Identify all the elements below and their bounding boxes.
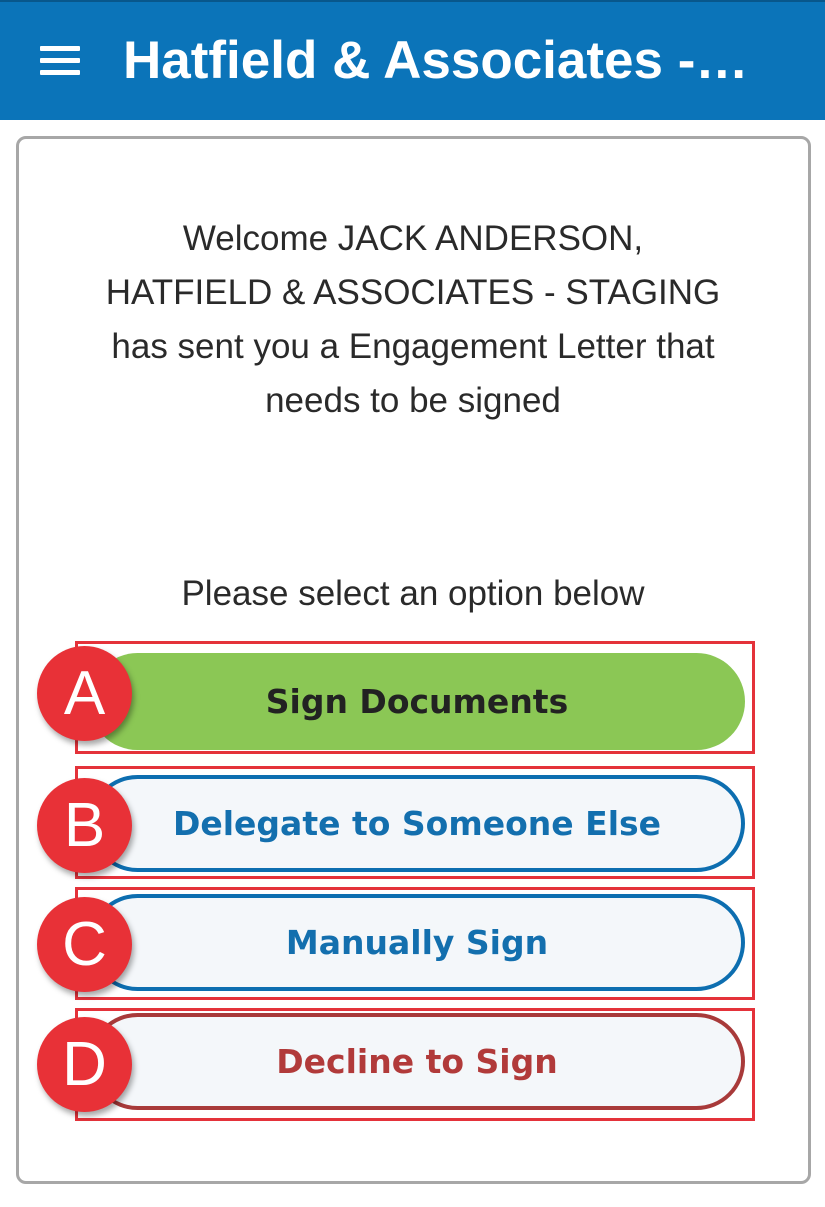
annotation-badge-b: B	[37, 778, 132, 873]
page-title: Hatfield & Associates -…	[123, 31, 749, 90]
welcome-line: needs to be signed	[265, 381, 561, 420]
manually-sign-button[interactable]: Manually Sign	[89, 894, 745, 991]
welcome-message: Welcome JACK ANDERSON, HATFIELD & ASSOCI…	[40, 212, 786, 428]
select-option-prompt: Please select an option below	[181, 574, 645, 613]
delegate-button[interactable]: Delegate to Someone Else	[89, 775, 745, 872]
annotation-badge-d: D	[37, 1017, 132, 1112]
annotation-badge-c: C	[37, 897, 132, 992]
welcome-line: HATFIELD & ASSOCIATES - STAGING	[105, 273, 721, 312]
welcome-line: has sent you a Engagement Letter that	[111, 327, 715, 366]
sign-documents-button[interactable]: Sign Documents	[89, 653, 745, 750]
annotation-badge-a: A	[37, 646, 132, 741]
welcome-line: Welcome JACK ANDERSON,	[182, 219, 644, 258]
app-header: Hatfield & Associates -…	[0, 0, 825, 120]
decline-to-sign-button[interactable]: Decline to Sign	[89, 1013, 745, 1110]
hamburger-menu-icon[interactable]	[40, 44, 80, 76]
